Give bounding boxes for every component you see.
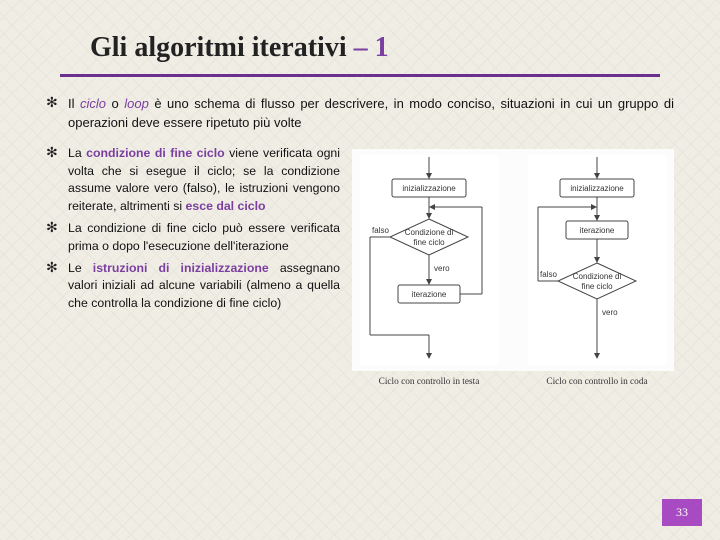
bullet-text: Le istruzioni di inizializzazione assegn…	[68, 260, 340, 313]
caption-left: Ciclo con controllo in testa	[360, 377, 498, 387]
t: Il	[68, 96, 80, 111]
two-column: ✻ La condizione di fine ciclo viene veri…	[46, 145, 674, 387]
bullet-icon: ✻	[46, 260, 68, 278]
svg-text:Condizione di: Condizione di	[405, 228, 454, 237]
flowchart-coda: inizializzazione iterazione Condizione d…	[528, 155, 666, 365]
title-underline	[60, 74, 660, 77]
bullet-text: La condizione di fine ciclo viene verifi…	[68, 145, 340, 216]
right-column: inizializzazione Condizione di fine cicl…	[352, 145, 674, 387]
diagram-container: inizializzazione Condizione di fine cicl…	[352, 149, 674, 371]
caption-right: Ciclo con controllo in coda	[528, 377, 666, 387]
svg-text:vero: vero	[602, 308, 618, 317]
bullet-icon: ✻	[46, 95, 68, 113]
page-number: 33	[662, 499, 702, 526]
t: è uno schema di flusso per descrivere, i…	[68, 96, 674, 130]
bullet-icon: ✻	[46, 145, 68, 163]
svg-text:falso: falso	[540, 270, 557, 279]
left-column: ✻ La condizione di fine ciclo viene veri…	[46, 145, 340, 387]
svg-text:Condizione di: Condizione di	[573, 272, 622, 281]
svg-text:falso: falso	[372, 226, 389, 235]
svg-text:inizializzazione: inizializzazione	[570, 184, 624, 193]
t: La condizione di fine ciclo può essere v…	[68, 221, 340, 253]
t: La	[68, 146, 86, 160]
slide: Gli algoritmi iterativi – 1 ✻ Il ciclo o…	[0, 0, 720, 397]
content-area: ✻ Il ciclo o loop è uno schema di flusso…	[32, 95, 688, 387]
strong: condizione di fine ciclo	[86, 146, 225, 160]
diagram-captions: Ciclo con controllo in testa Ciclo con c…	[360, 377, 666, 387]
strong: istruzioni di inizializzazione	[93, 261, 269, 275]
bullet-2: ✻ La condizione di fine ciclo viene veri…	[46, 145, 340, 216]
em-ciclo: ciclo	[80, 96, 106, 111]
svg-text:fine ciclo: fine ciclo	[413, 238, 445, 247]
svg-text:iterazione: iterazione	[412, 290, 447, 299]
bullet-text: La condizione di fine ciclo può essere v…	[68, 220, 340, 256]
svg-text:vero: vero	[434, 264, 450, 273]
svg-text:iterazione: iterazione	[580, 226, 615, 235]
t: o	[106, 96, 124, 111]
bullet-text: Il ciclo o loop è uno schema di flusso p…	[68, 95, 674, 133]
svg-text:fine ciclo: fine ciclo	[581, 282, 613, 291]
bullet-icon: ✻	[46, 220, 68, 238]
svg-text:inizializzazione: inizializzazione	[402, 184, 456, 193]
title-suffix: – 1	[354, 32, 389, 63]
flowchart-testa: inizializzazione Condizione di fine cicl…	[360, 155, 498, 365]
title-text: Gli algoritmi iterativi	[90, 32, 354, 63]
bullet-1: ✻ Il ciclo o loop è uno schema di flusso…	[46, 95, 674, 133]
page-title: Gli algoritmi iterativi – 1	[90, 32, 688, 64]
strong: esce dal ciclo	[186, 199, 266, 213]
bullet-4: ✻ Le istruzioni di inizializzazione asse…	[46, 260, 340, 313]
em-loop: loop	[124, 96, 154, 111]
t: Le	[68, 261, 93, 275]
bullet-3: ✻ La condizione di fine ciclo può essere…	[46, 220, 340, 256]
